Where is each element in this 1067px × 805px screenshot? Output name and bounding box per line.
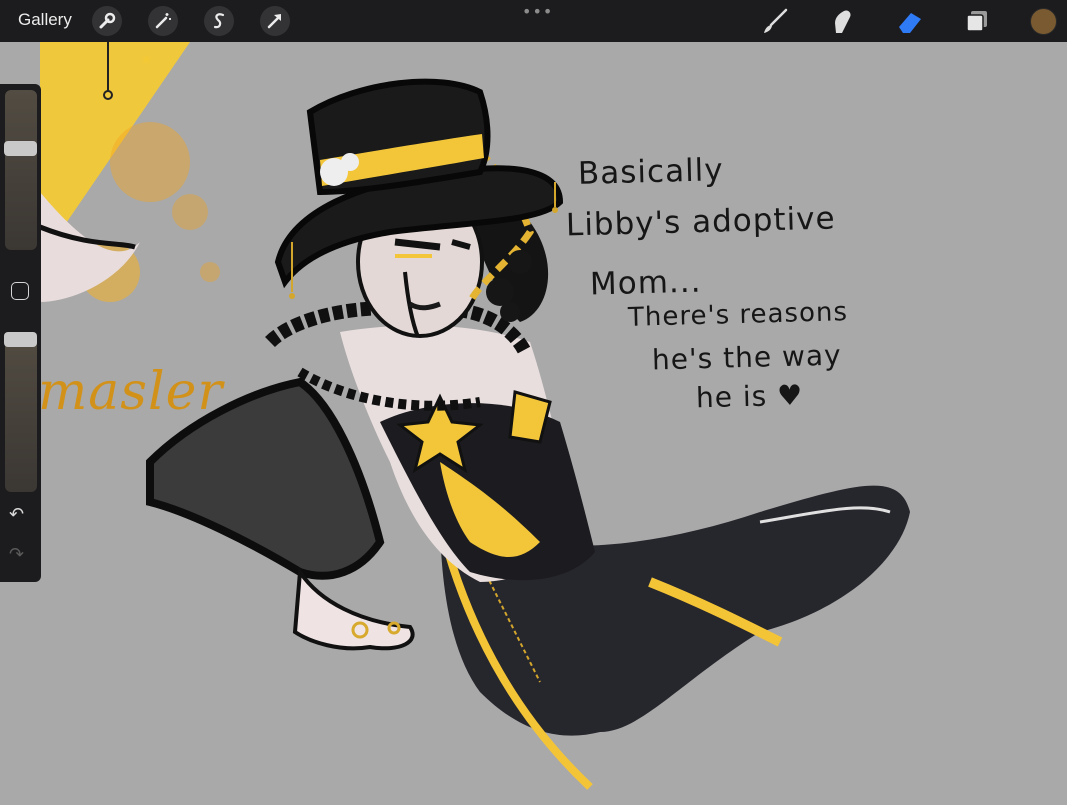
more-options-handle[interactable]: •••	[522, 2, 553, 21]
brush-icon	[764, 8, 788, 33]
eraser-tool-button[interactable]	[895, 6, 925, 36]
drawing-canvas[interactable]: ★ masler Basically Libby's adoptive Mom.…	[0, 42, 1067, 800]
arrow-cursor-icon	[267, 14, 281, 29]
opacity-slider[interactable]	[5, 332, 37, 492]
note-line-2: Libby's adoptive	[565, 200, 837, 244]
color-picker-swatch[interactable]	[1030, 8, 1057, 35]
brush-tool-button[interactable]	[760, 6, 790, 36]
actions-button[interactable]	[92, 6, 122, 36]
eraser-icon	[899, 13, 921, 33]
note-line-6: he is ♥	[695, 378, 804, 415]
opacity-handle[interactable]	[4, 332, 37, 347]
modify-button[interactable]	[11, 282, 29, 300]
smudge-finger-icon	[835, 10, 851, 33]
transform-button[interactable]	[260, 6, 290, 36]
brush-size-slider[interactable]	[5, 90, 37, 250]
left-sidebar: ↶ ↷	[0, 84, 41, 582]
brush-size-handle[interactable]	[4, 140, 37, 156]
layers-button[interactable]	[962, 6, 992, 36]
note-line-5: he's the way	[651, 338, 843, 377]
top-toolbar: Gallery •••	[0, 0, 1067, 42]
note-line-3: Mom...	[589, 263, 702, 303]
magic-wand-icon	[155, 13, 171, 29]
redo-icon[interactable]: ↷	[9, 544, 24, 565]
background-title-text: masler	[38, 362, 224, 422]
wrench-icon	[99, 12, 116, 29]
selection-button[interactable]	[204, 6, 234, 36]
svg-text:★: ★	[140, 52, 153, 68]
note-line-1: Basically	[577, 152, 725, 192]
smudge-tool-button[interactable]	[827, 6, 857, 36]
layers-icon	[966, 11, 987, 32]
adjustments-button[interactable]	[148, 6, 178, 36]
gallery-button[interactable]: Gallery	[18, 10, 72, 30]
undo-icon[interactable]: ↶	[9, 504, 24, 525]
note-line-4: There's reasons	[627, 297, 849, 333]
selection-s-icon	[213, 13, 225, 29]
